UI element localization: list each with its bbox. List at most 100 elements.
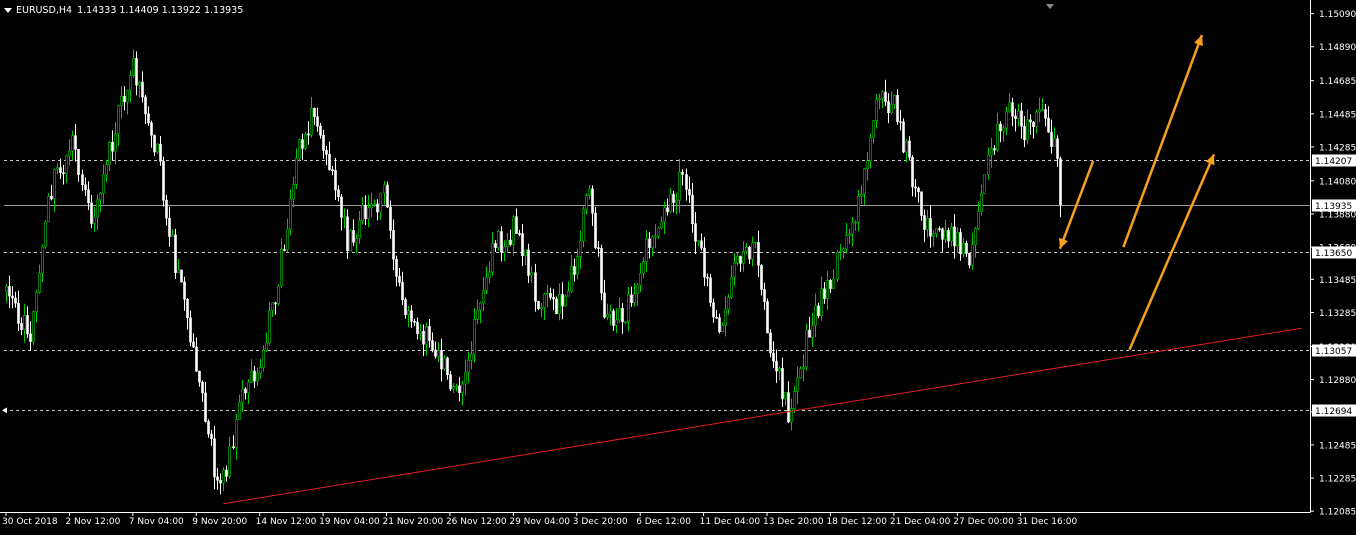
candle-body bbox=[449, 374, 452, 390]
candle-body bbox=[521, 233, 524, 257]
candle-body bbox=[983, 174, 986, 194]
candle-body bbox=[977, 211, 980, 229]
time-tick-label: 14 Nov 12:00 bbox=[256, 517, 317, 527]
candle-body bbox=[823, 288, 826, 299]
candle-body bbox=[144, 96, 147, 115]
candle-body bbox=[1035, 111, 1038, 127]
time-tick-label: 18 Dec 12:00 bbox=[826, 517, 887, 527]
candle-body bbox=[1008, 102, 1011, 113]
candle-body bbox=[666, 207, 669, 213]
candle-body bbox=[114, 133, 117, 152]
candle-body bbox=[968, 253, 971, 266]
candle-body bbox=[739, 255, 742, 264]
candle-body bbox=[820, 288, 823, 316]
candle-body bbox=[1020, 110, 1023, 127]
candle-body bbox=[165, 199, 168, 219]
candle-body bbox=[135, 58, 138, 86]
candle-body bbox=[428, 326, 431, 341]
candle-body bbox=[697, 240, 700, 243]
candle-body bbox=[204, 392, 207, 422]
candle-body bbox=[990, 148, 993, 156]
candle-body bbox=[718, 317, 721, 332]
candle-body bbox=[757, 242, 760, 266]
candle-body bbox=[914, 186, 917, 189]
candle-body bbox=[784, 392, 787, 400]
level-left-marker-icon bbox=[2, 407, 7, 414]
candle-body bbox=[615, 319, 618, 326]
level-price-label: 1.13650 bbox=[1315, 249, 1352, 259]
candle-body bbox=[494, 243, 497, 248]
candle-body bbox=[1005, 111, 1008, 129]
candle-body bbox=[971, 244, 974, 266]
candle-body bbox=[1017, 110, 1020, 119]
price-tick-label: 1.14485 bbox=[1319, 110, 1356, 120]
candle-body bbox=[395, 258, 398, 277]
candle-body bbox=[688, 189, 691, 196]
candle-body bbox=[355, 238, 358, 243]
candle-body bbox=[271, 302, 274, 311]
candle-body bbox=[941, 228, 944, 240]
candle-body bbox=[331, 169, 334, 172]
candle-body bbox=[902, 121, 905, 153]
candle-body bbox=[630, 294, 633, 304]
candle-body bbox=[854, 221, 857, 224]
time-tick-label: 27 Dec 00:00 bbox=[953, 517, 1014, 527]
candle-body bbox=[669, 193, 672, 213]
projection-arrow-line[interactable] bbox=[1122, 34, 1204, 248]
candle-body bbox=[325, 150, 328, 155]
price-chart[interactable]: 1.15090 1.14890 1.14685 1.14485 1.14285 1.140… bbox=[0, 0, 1356, 531]
candle-body bbox=[174, 234, 177, 274]
candle-body bbox=[953, 226, 956, 247]
candle-body bbox=[334, 170, 337, 191]
candle-body bbox=[573, 266, 576, 275]
candle-body bbox=[159, 143, 162, 162]
candle-body bbox=[373, 203, 376, 206]
candle-body bbox=[1032, 121, 1035, 127]
candle-body bbox=[93, 216, 96, 224]
candle-body bbox=[147, 113, 150, 124]
candle-body bbox=[817, 305, 820, 316]
candle-body bbox=[99, 193, 102, 201]
projection-arrow-line[interactable] bbox=[1058, 160, 1095, 250]
candle-body bbox=[437, 350, 440, 357]
candle-body bbox=[250, 370, 253, 383]
candle-body bbox=[848, 233, 851, 236]
projection-arrow-line[interactable] bbox=[1128, 153, 1216, 351]
candle-body bbox=[268, 310, 271, 344]
candle-body bbox=[316, 116, 319, 127]
candle-body bbox=[87, 189, 90, 204]
candle-body bbox=[639, 272, 642, 286]
candle-body bbox=[506, 239, 509, 247]
candle-body bbox=[102, 174, 105, 194]
candle-body bbox=[29, 333, 32, 342]
candle-body bbox=[527, 249, 530, 276]
time-tick-label: 30 Oct 2018 bbox=[2, 517, 58, 527]
chart-shift-marker-icon[interactable] bbox=[1046, 4, 1054, 9]
candle-body bbox=[446, 357, 449, 376]
candle-body bbox=[724, 308, 727, 326]
candle-body bbox=[482, 289, 485, 304]
dropdown-triangle-icon[interactable] bbox=[4, 7, 12, 13]
level-price-label: 1.14207 bbox=[1315, 157, 1352, 167]
candle-body bbox=[681, 171, 684, 175]
candle-body bbox=[534, 272, 537, 302]
candle-body bbox=[691, 194, 694, 225]
candle-body bbox=[298, 139, 301, 159]
support-trendline[interactable] bbox=[223, 327, 1302, 505]
time-tick-label: 21 Nov 20:00 bbox=[383, 517, 444, 527]
chart-area[interactable]: 1.15090 1.14890 1.14685 1.14485 1.14285 1.140… bbox=[0, 0, 1356, 531]
price-tick-label: 1.12285 bbox=[1319, 475, 1356, 485]
candle-body bbox=[781, 367, 784, 400]
candle-body bbox=[863, 168, 866, 195]
candle-body bbox=[198, 370, 201, 383]
candle-body bbox=[561, 294, 564, 307]
candle-body bbox=[479, 302, 482, 311]
candle-body bbox=[651, 236, 654, 248]
price-tick-label: 1.12485 bbox=[1319, 441, 1356, 451]
candle-body bbox=[760, 264, 763, 290]
candle-body bbox=[319, 125, 322, 136]
candle-body bbox=[247, 381, 250, 394]
candle-body bbox=[678, 171, 681, 201]
candle-body bbox=[920, 191, 923, 216]
candle-body bbox=[881, 91, 884, 99]
